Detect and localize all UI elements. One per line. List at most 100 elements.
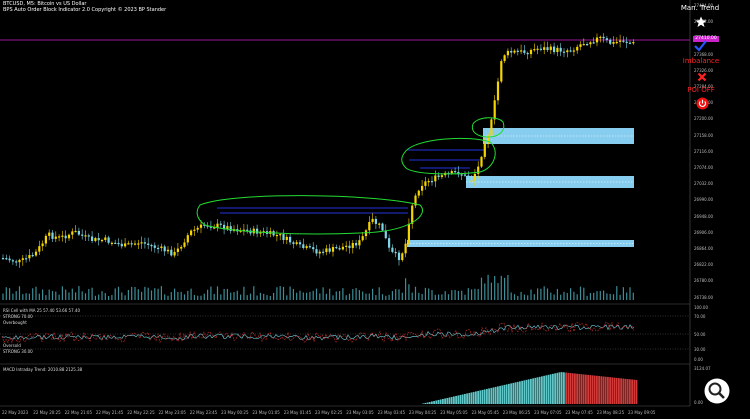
rsi-axis-label: 0.00 — [694, 357, 703, 362]
candle-body — [289, 236, 292, 243]
macd-bar — [455, 395, 457, 404]
candle-body — [586, 44, 589, 46]
candle-body — [48, 232, 51, 236]
macd-bar — [501, 385, 504, 404]
macd-bar — [510, 383, 512, 404]
candle-body — [110, 242, 113, 245]
time-axis-label: 23 May 00:25 — [221, 410, 249, 415]
candle-body — [355, 242, 358, 246]
candle-body — [454, 171, 457, 173]
candle-body — [510, 50, 513, 53]
candle-body — [38, 246, 41, 252]
candle-body — [28, 255, 31, 259]
macd-bar — [444, 398, 446, 404]
macd-bar — [620, 378, 622, 404]
candle-body — [358, 240, 361, 246]
candle-body — [404, 243, 407, 254]
price-axis-label: 27158.00 — [694, 132, 714, 138]
time-axis-label: 22 May 23:45 — [189, 410, 218, 415]
candle-body — [15, 261, 18, 263]
macd-bar — [598, 376, 600, 404]
price-axis-label: 26738.00 — [694, 294, 714, 300]
candle-body — [493, 100, 496, 120]
time-axis-label: 22 May 23:05 — [158, 410, 186, 415]
candle-body — [602, 36, 605, 39]
candle-body — [186, 235, 189, 243]
macd-bar — [530, 378, 532, 404]
price-axis-label: 26864.00 — [694, 246, 714, 251]
candle-body — [54, 236, 57, 239]
candle-body — [407, 223, 410, 244]
macd-bar — [600, 376, 603, 404]
candle-body — [143, 242, 146, 244]
checkmark-icon[interactable] — [694, 37, 707, 56]
candle-body — [190, 230, 193, 236]
candle-body — [8, 258, 11, 261]
macd-bar — [585, 374, 587, 404]
price-chart[interactable] — [0, 0, 750, 419]
macd-bar — [519, 381, 521, 404]
zoom-icon[interactable] — [704, 378, 730, 408]
macd-bar — [589, 375, 592, 404]
macd-bar — [631, 379, 633, 404]
candle-body — [140, 242, 143, 244]
power-icon[interactable] — [696, 95, 709, 114]
candle-body — [467, 175, 470, 182]
star-icon[interactable] — [695, 13, 707, 32]
macd-bar — [629, 379, 631, 404]
candle-body — [546, 47, 549, 51]
macd-bar — [424, 402, 427, 404]
price-axis-label: 27032.00 — [694, 181, 714, 187]
man-trend-label[interactable]: Man. Trend — [670, 4, 730, 12]
time-axis-label: 23 May 06:25 — [502, 410, 531, 415]
price-axis-label: 26906.00 — [694, 229, 714, 235]
time-axis-label: 23 May 03:45 — [377, 410, 406, 415]
macd-bar — [448, 397, 451, 404]
candle-body — [183, 242, 186, 247]
candle-body — [97, 238, 100, 241]
macd-bar — [534, 377, 537, 404]
rsi-overbought-level: STRONG 70.00 — [3, 314, 33, 319]
candle-body — [74, 230, 77, 233]
macd-bar — [633, 379, 636, 404]
macd-bar — [593, 375, 596, 404]
candle-body — [331, 247, 335, 252]
candle-body — [308, 246, 311, 248]
candle-body — [622, 40, 625, 42]
candle-body — [529, 49, 533, 55]
macd-bar — [433, 400, 435, 404]
macd-bar — [422, 403, 424, 404]
close-icon[interactable] — [697, 67, 707, 86]
macd-bar — [558, 372, 561, 404]
candle-body — [153, 245, 156, 248]
candle-body — [424, 181, 427, 186]
candle-body — [61, 235, 64, 237]
macd-bar — [453, 396, 455, 404]
time-axis-label: 23 May 04:25 — [408, 410, 437, 415]
poi-off-label[interactable]: POI OFF — [671, 86, 731, 94]
macd-bar — [525, 379, 528, 404]
time-axis-label: 22 May 21:05 — [64, 410, 93, 415]
candle-body — [559, 47, 562, 52]
candle-body — [193, 229, 196, 231]
macd-bar — [470, 392, 473, 404]
macd-bar — [611, 377, 614, 404]
macd-bar — [569, 373, 572, 404]
candle-body — [562, 51, 566, 53]
imbalance-label[interactable]: Imbalance — [671, 57, 731, 65]
candle-body — [533, 49, 536, 51]
candle-body — [196, 227, 199, 230]
candle-body — [513, 50, 516, 53]
rsi-ma-line — [1, 324, 635, 341]
candle-body — [163, 246, 166, 252]
candle-body — [120, 243, 123, 247]
macd-bar — [565, 372, 567, 404]
candle-body — [503, 55, 506, 62]
macd-bar — [472, 391, 475, 404]
candle-body — [130, 243, 133, 245]
macd-bar — [486, 388, 488, 404]
macd-axis-top: 3124.07 — [694, 366, 711, 371]
candle-body — [401, 253, 404, 261]
macd-bar — [567, 372, 570, 404]
macd-bar — [538, 376, 541, 404]
